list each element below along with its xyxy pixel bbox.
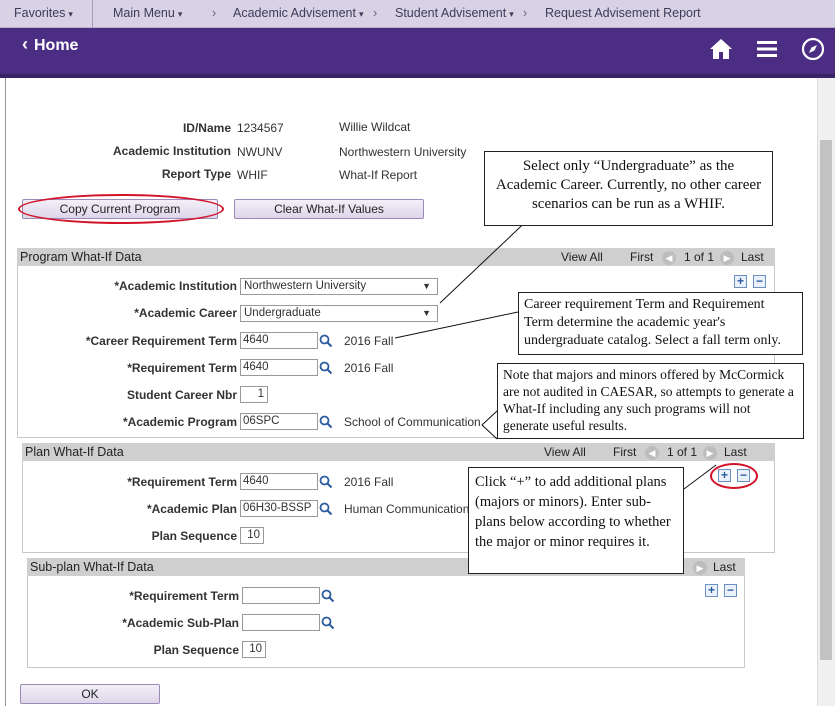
career-callout: Select only “Undergraduate” as the Acade… [484, 151, 773, 226]
add-plans-callout: Click “+” to add additional plans (major… [468, 467, 684, 574]
mccormick-callout: Note that majors and minors offered by M… [497, 363, 804, 439]
term-callout: Career requirement Term and Requirement … [518, 292, 803, 355]
